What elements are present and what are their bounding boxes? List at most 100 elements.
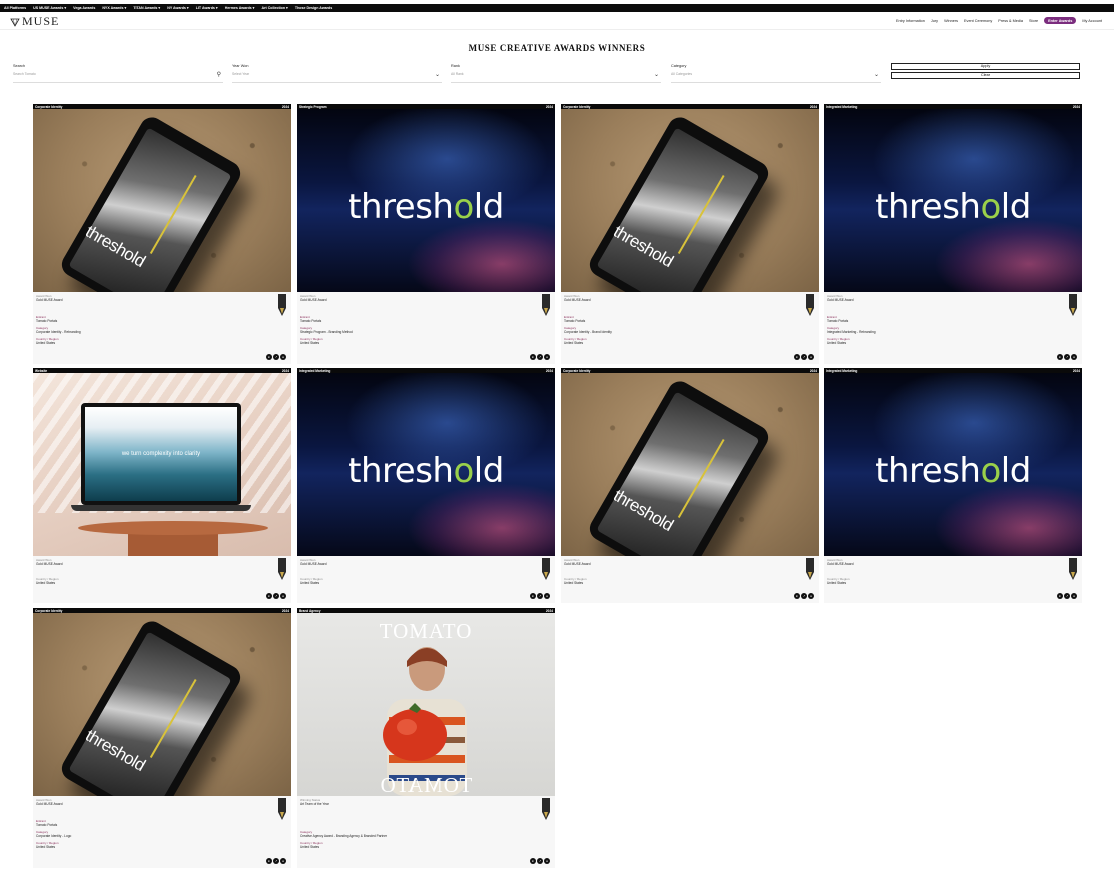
share-icon[interactable]: ↗ <box>273 858 279 864</box>
platform-link[interactable]: Hermes Awards ▾ <box>225 6 255 10</box>
nav-item-press-media[interactable]: Press & Media <box>998 19 1023 23</box>
card-category: Brand Agency <box>299 608 321 613</box>
linkedin-icon[interactable]: in <box>266 593 272 599</box>
chevron-down-icon[interactable]: ⌄ <box>435 71 440 78</box>
chevron-down-icon[interactable]: ⌄ <box>654 71 659 78</box>
year-label: Year Won <box>232 64 249 68</box>
platform-link[interactable]: TITAN Awards ▾ <box>133 6 160 10</box>
card-image[interactable]: threshold <box>824 373 1082 556</box>
winner-card[interactable]: Corporate Identity 2024 threshold Award … <box>33 608 291 868</box>
nav-item-event-ceremony[interactable]: Event Ceremony <box>964 19 992 23</box>
award-value: Gold MUSE Award <box>564 298 591 302</box>
entrant-value[interactable]: Tomato Portals <box>300 319 321 323</box>
rank-select[interactable]: All Rank <box>451 72 661 76</box>
share-icon[interactable]: ↗ <box>273 593 279 599</box>
muse-logo[interactable]: MUSE <box>10 14 59 29</box>
rank-filter[interactable]: Rank All Rank ⌄ <box>451 64 661 84</box>
view-icon[interactable]: ● <box>280 858 286 864</box>
apply-button[interactable]: Apply <box>891 63 1080 70</box>
threshold-wordmark: threshold <box>875 187 1031 227</box>
nav-item-winners[interactable]: Winners <box>944 19 958 23</box>
card-actions: in ↗ ● <box>266 858 286 864</box>
share-icon[interactable]: ↗ <box>1064 354 1070 360</box>
entrant-value[interactable]: Tomato Portals <box>36 823 57 827</box>
nav-item-jury[interactable]: Jury <box>931 19 938 23</box>
card-image[interactable]: threshold <box>33 109 291 292</box>
linkedin-icon[interactable]: in <box>266 354 272 360</box>
year-select[interactable]: Select Year <box>232 72 442 76</box>
card-image[interactable]: threshold <box>33 613 291 796</box>
winner-card[interactable]: Website 2024 we turn complexity into cla… <box>33 368 291 603</box>
search-icon[interactable]: ⚲ <box>217 71 221 78</box>
view-icon[interactable]: ● <box>808 593 814 599</box>
share-icon[interactable]: ↗ <box>1064 593 1070 599</box>
category-filter[interactable]: Category All Categories ⌄ <box>671 64 881 84</box>
nav-item-entry-information[interactable]: Entry Information <box>896 19 925 23</box>
linkedin-icon[interactable]: in <box>266 858 272 864</box>
linkedin-icon[interactable]: in <box>530 354 536 360</box>
winner-card[interactable]: Corporate Identity 2024 threshold Award … <box>561 368 819 603</box>
linkedin-icon[interactable]: in <box>1057 593 1063 599</box>
platform-link[interactable]: All Platforms <box>4 6 26 10</box>
share-icon[interactable]: ↗ <box>537 354 543 360</box>
search-input[interactable]: Search Tomato <box>13 72 223 76</box>
platform-link[interactable]: Those Design Awards <box>295 6 332 10</box>
view-icon[interactable]: ● <box>1071 354 1077 360</box>
country-value: United States <box>36 845 56 849</box>
chevron-down-icon[interactable]: ⌄ <box>874 71 879 78</box>
platform-link[interactable]: NYX Awards ▾ <box>102 6 126 10</box>
linkedin-icon[interactable]: in <box>794 354 800 360</box>
search-filter[interactable]: Search Search Tomato ⚲ <box>13 64 223 84</box>
country-value: United States <box>36 341 56 345</box>
card-image[interactable]: threshold <box>297 109 555 292</box>
platform-link[interactable]: Art Collection ▾ <box>262 6 288 10</box>
enter-awards-button[interactable]: Enter Awards <box>1044 17 1077 24</box>
share-icon[interactable]: ↗ <box>537 858 543 864</box>
rank-label: Rank <box>451 64 460 68</box>
platform-link[interactable]: LIT Awards ▾ <box>196 6 218 10</box>
entrant-value[interactable]: Tomato Portals <box>564 319 585 323</box>
share-icon[interactable]: ↗ <box>801 354 807 360</box>
country-value: United States <box>300 845 320 849</box>
entrant-value[interactable]: Tomato Portals <box>827 319 848 323</box>
view-icon[interactable]: ● <box>280 354 286 360</box>
platform-bar: All Platforms US MUSE Awards ▾ Vega Awar… <box>0 4 1114 12</box>
card-image[interactable]: threshold <box>561 373 819 556</box>
share-icon[interactable]: ↗ <box>273 354 279 360</box>
card-image[interactable]: threshold <box>561 109 819 292</box>
winner-card[interactable]: Brand Agency 2024 TOMATO TOMATO Winning … <box>297 608 555 868</box>
view-icon[interactable]: ● <box>544 354 550 360</box>
linkedin-icon[interactable]: in <box>794 593 800 599</box>
linkedin-icon[interactable]: in <box>1057 354 1063 360</box>
platform-link[interactable]: Vega Awards <box>73 6 95 10</box>
linkedin-icon[interactable]: in <box>530 858 536 864</box>
view-icon[interactable]: ● <box>544 858 550 864</box>
year-filter[interactable]: Year Won Select Year ⌄ <box>232 64 442 84</box>
winner-card[interactable]: Strategic Program 2024 threshold Award W… <box>297 104 555 364</box>
winner-card[interactable]: Integrated Marketing 2024 threshold Awar… <box>297 368 555 603</box>
card-image[interactable]: TOMATO TOMATO <box>297 613 555 796</box>
winner-card[interactable]: Corporate Identity 2024 threshold Award … <box>33 104 291 364</box>
view-icon[interactable]: ● <box>808 354 814 360</box>
card-image[interactable]: threshold <box>824 109 1082 292</box>
view-icon[interactable]: ● <box>280 593 286 599</box>
country-value: United States <box>564 581 584 585</box>
category-select[interactable]: All Categories <box>671 72 881 76</box>
nav-item-store[interactable]: Store <box>1029 19 1038 23</box>
share-icon[interactable]: ↗ <box>801 593 807 599</box>
linkedin-icon[interactable]: in <box>530 593 536 599</box>
clear-button[interactable]: Clear <box>891 72 1080 79</box>
view-icon[interactable]: ● <box>1071 593 1077 599</box>
share-icon[interactable]: ↗ <box>537 593 543 599</box>
platform-link[interactable]: US MUSE Awards ▾ <box>33 6 66 10</box>
entrant-value[interactable]: Tomato Portals <box>36 319 57 323</box>
platform-link[interactable]: NY Awards ▾ <box>167 6 189 10</box>
winner-card[interactable]: Integrated Marketing 2024 threshold Awar… <box>824 368 1082 603</box>
award-value: Art Team of the Year <box>300 802 329 806</box>
my-account-link[interactable]: My Account <box>1082 19 1102 23</box>
view-icon[interactable]: ● <box>544 593 550 599</box>
card-image[interactable]: threshold <box>297 373 555 556</box>
winner-card[interactable]: Integrated Marketing 2024 threshold Awar… <box>824 104 1082 364</box>
winner-card[interactable]: Corporate Identity 2024 threshold Award … <box>561 104 819 364</box>
card-image[interactable]: we turn complexity into clarity <box>33 373 291 556</box>
